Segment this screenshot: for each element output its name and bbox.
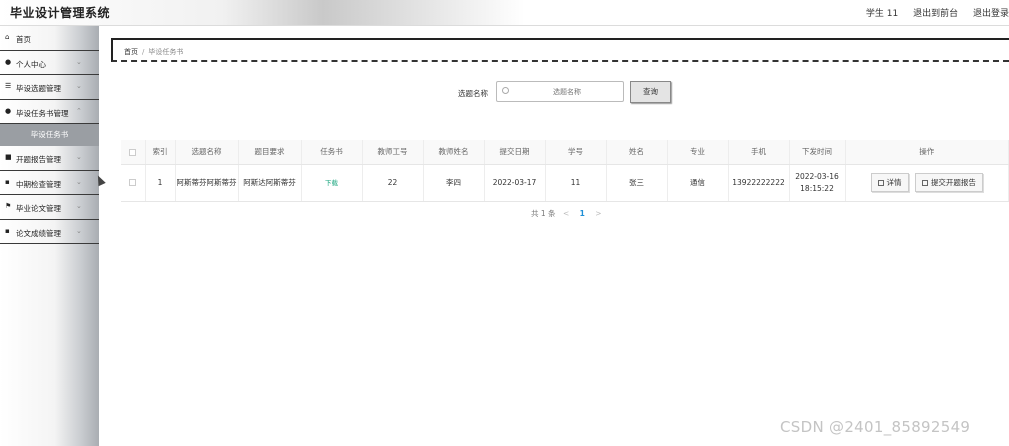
back-to-front-link[interactable]: 退出到前台 xyxy=(913,9,958,19)
column-header: 下发时间 xyxy=(789,140,846,165)
table-header-row: 索引 选题名称 题目要求 任务书 教师工号 教师姓名 提交日期 学号 姓名 专业… xyxy=(121,140,1009,165)
table-row: 1 阿斯蒂芬阿斯蒂芬 阿斯达阿斯蒂芬 下载 22 李四 2022-03-17 1… xyxy=(121,164,1009,202)
download-link[interactable]: 下载 xyxy=(325,179,338,187)
submit-proposal-button[interactable]: 提交开题报告 xyxy=(914,173,983,192)
column-header: 题目要求 xyxy=(238,140,302,165)
cell-submit-date: 2022-03-17 xyxy=(484,164,546,202)
cell-requirements: 阿斯达阿斯蒂芬 xyxy=(238,164,302,202)
chevron-down-icon: ⌄ xyxy=(76,153,82,161)
column-header: 手机 xyxy=(728,140,790,165)
breadcrumb-container: 首页 / 毕设任务书 xyxy=(111,38,1009,62)
sidebar-item-label: 毕设选题管理 xyxy=(16,84,61,93)
column-header: 任务书 xyxy=(301,140,363,165)
search-label: 选题名称 xyxy=(458,89,488,98)
top-bar: 毕业设计管理系统 学生 11 退出到前台 退出登录 xyxy=(0,0,1009,26)
column-header: 提交日期 xyxy=(484,140,546,165)
column-header: 学号 xyxy=(545,140,607,165)
pagination: 共 1 条 < 1 > xyxy=(531,208,607,219)
breadcrumb-home[interactable]: 首页 xyxy=(124,48,138,56)
chevron-down-icon: ⌄ xyxy=(76,57,82,66)
sidebar-item-thesis-management[interactable]: ⚑ 毕业论文管理 ⌄ xyxy=(0,195,99,220)
cell-issue-time: 2022-03-16 18:15:22 xyxy=(789,164,846,202)
column-header: 姓名 xyxy=(606,140,668,165)
sidebar-item-label: 个人中心 xyxy=(16,59,46,69)
briefcase-icon: ■ xyxy=(5,153,12,161)
cell-teacher-id: 22 xyxy=(362,164,424,202)
grid-icon: ▪ xyxy=(5,177,10,186)
user-icon: ● xyxy=(5,57,12,66)
query-button[interactable]: 查询 xyxy=(630,81,671,103)
home-icon: ⌂ xyxy=(5,33,10,41)
detail-button[interactable]: 详情 xyxy=(870,173,909,192)
column-header: 专业 xyxy=(667,140,729,165)
sidebar-item-label: 毕设任务书管理 xyxy=(16,108,69,118)
column-header: 教师工号 xyxy=(362,140,424,165)
task-book-table: 索引 选题名称 题目要求 任务书 教师工号 教师姓名 提交日期 学号 姓名 专业… xyxy=(121,140,1009,202)
cell-task-book: 下载 xyxy=(301,164,363,202)
chevron-up-icon: ⌃ xyxy=(76,106,82,115)
breadcrumb-separator: / xyxy=(142,48,145,56)
sidebar-item-midterm-management[interactable]: ▪ 中期检查管理 ⌄ xyxy=(0,171,99,195)
select-all-checkbox[interactable] xyxy=(129,148,137,156)
sidebar-item-label: 首页 xyxy=(16,35,31,44)
detail-button-label: 详情 xyxy=(886,178,902,187)
flag-icon: ⚑ xyxy=(5,202,12,210)
detail-icon xyxy=(877,180,884,186)
page-number-current[interactable]: 1 xyxy=(580,209,585,218)
breadcrumb-current: 毕设任务书 xyxy=(148,48,184,56)
sidebar-item-personal-center[interactable]: ● 个人中心 ⌄ xyxy=(0,51,99,75)
app-title: 毕业设计管理系统 xyxy=(10,6,111,20)
column-header: 教师姓名 xyxy=(423,140,485,165)
sidebar: ⌂ 首页 ● 个人中心 ⌄ ☰ 毕设选题管理 ⌄ ● 毕设任务书管理 ⌃ 毕设任… xyxy=(0,26,99,446)
grid-icon: ▪ xyxy=(5,226,10,235)
column-header: 操作 xyxy=(845,140,1009,165)
sidebar-item-label: 论文成绩管理 xyxy=(16,228,61,238)
search-icon xyxy=(502,87,509,94)
cell-actions: 详情 提交开题报告 xyxy=(845,164,1009,202)
current-user: 学生 11 xyxy=(865,9,899,19)
submit-proposal-button-label: 提交开题报告 xyxy=(930,178,976,187)
logout-link[interactable]: 退出登录 xyxy=(973,9,1009,19)
sidebar-item-label: 开题报告管理 xyxy=(16,155,61,164)
sidebar-item-home[interactable]: ⌂ 首页 xyxy=(0,26,99,51)
search-input[interactable] xyxy=(517,85,617,99)
sidebar-item-topic-management[interactable]: ☰ 毕设选题管理 ⌄ xyxy=(0,75,99,100)
cell-topic-name: 阿斯蒂芬阿斯蒂芬 xyxy=(175,164,239,202)
sidebar-item-proposal-management[interactable]: ■ 开题报告管理 ⌄ xyxy=(0,146,99,171)
select-all-header[interactable] xyxy=(121,140,146,165)
sidebar-item-label: 中期检查管理 xyxy=(16,179,61,189)
list-icon: ☰ xyxy=(5,82,12,90)
sidebar-subitem-task-book[interactable]: 毕设任务书 xyxy=(0,124,99,146)
column-header: 索引 xyxy=(145,140,176,165)
chevron-down-icon: ⌄ xyxy=(76,202,82,210)
cell-major: 通信 xyxy=(667,164,729,202)
search-field[interactable] xyxy=(496,81,624,102)
chevron-down-icon: ⌄ xyxy=(76,177,82,186)
cell-index: 1 xyxy=(145,164,176,202)
cell-student-id: 11 xyxy=(545,164,607,202)
document-icon xyxy=(921,180,928,186)
row-select-cell[interactable] xyxy=(121,164,146,202)
sidebar-item-task-book-management[interactable]: ● 毕设任务书管理 ⌃ xyxy=(0,100,99,124)
user-icon: ● xyxy=(5,106,12,115)
next-page-button[interactable]: > xyxy=(595,209,601,218)
sidebar-item-grade-management[interactable]: ▪ 论文成绩管理 ⌄ xyxy=(0,220,99,244)
cell-student-name: 张三 xyxy=(606,164,668,202)
sidebar-item-label: 毕业论文管理 xyxy=(16,204,61,213)
cell-phone: 13922222222 xyxy=(728,164,790,202)
watermark: CSDN @2401_85892549 xyxy=(780,418,971,436)
top-links: 学生 11 退出到前台 退出登录 xyxy=(854,6,1009,19)
pagination-total: 共 1 条 xyxy=(531,209,556,218)
chevron-down-icon: ⌄ xyxy=(76,226,82,235)
row-checkbox[interactable] xyxy=(129,179,137,186)
prev-page-button[interactable]: < xyxy=(563,209,569,218)
cell-teacher-name: 李四 xyxy=(423,164,485,202)
breadcrumb: 首页 / 毕设任务书 xyxy=(124,47,183,57)
column-header: 选题名称 xyxy=(175,140,239,165)
chevron-down-icon: ⌄ xyxy=(76,82,82,90)
